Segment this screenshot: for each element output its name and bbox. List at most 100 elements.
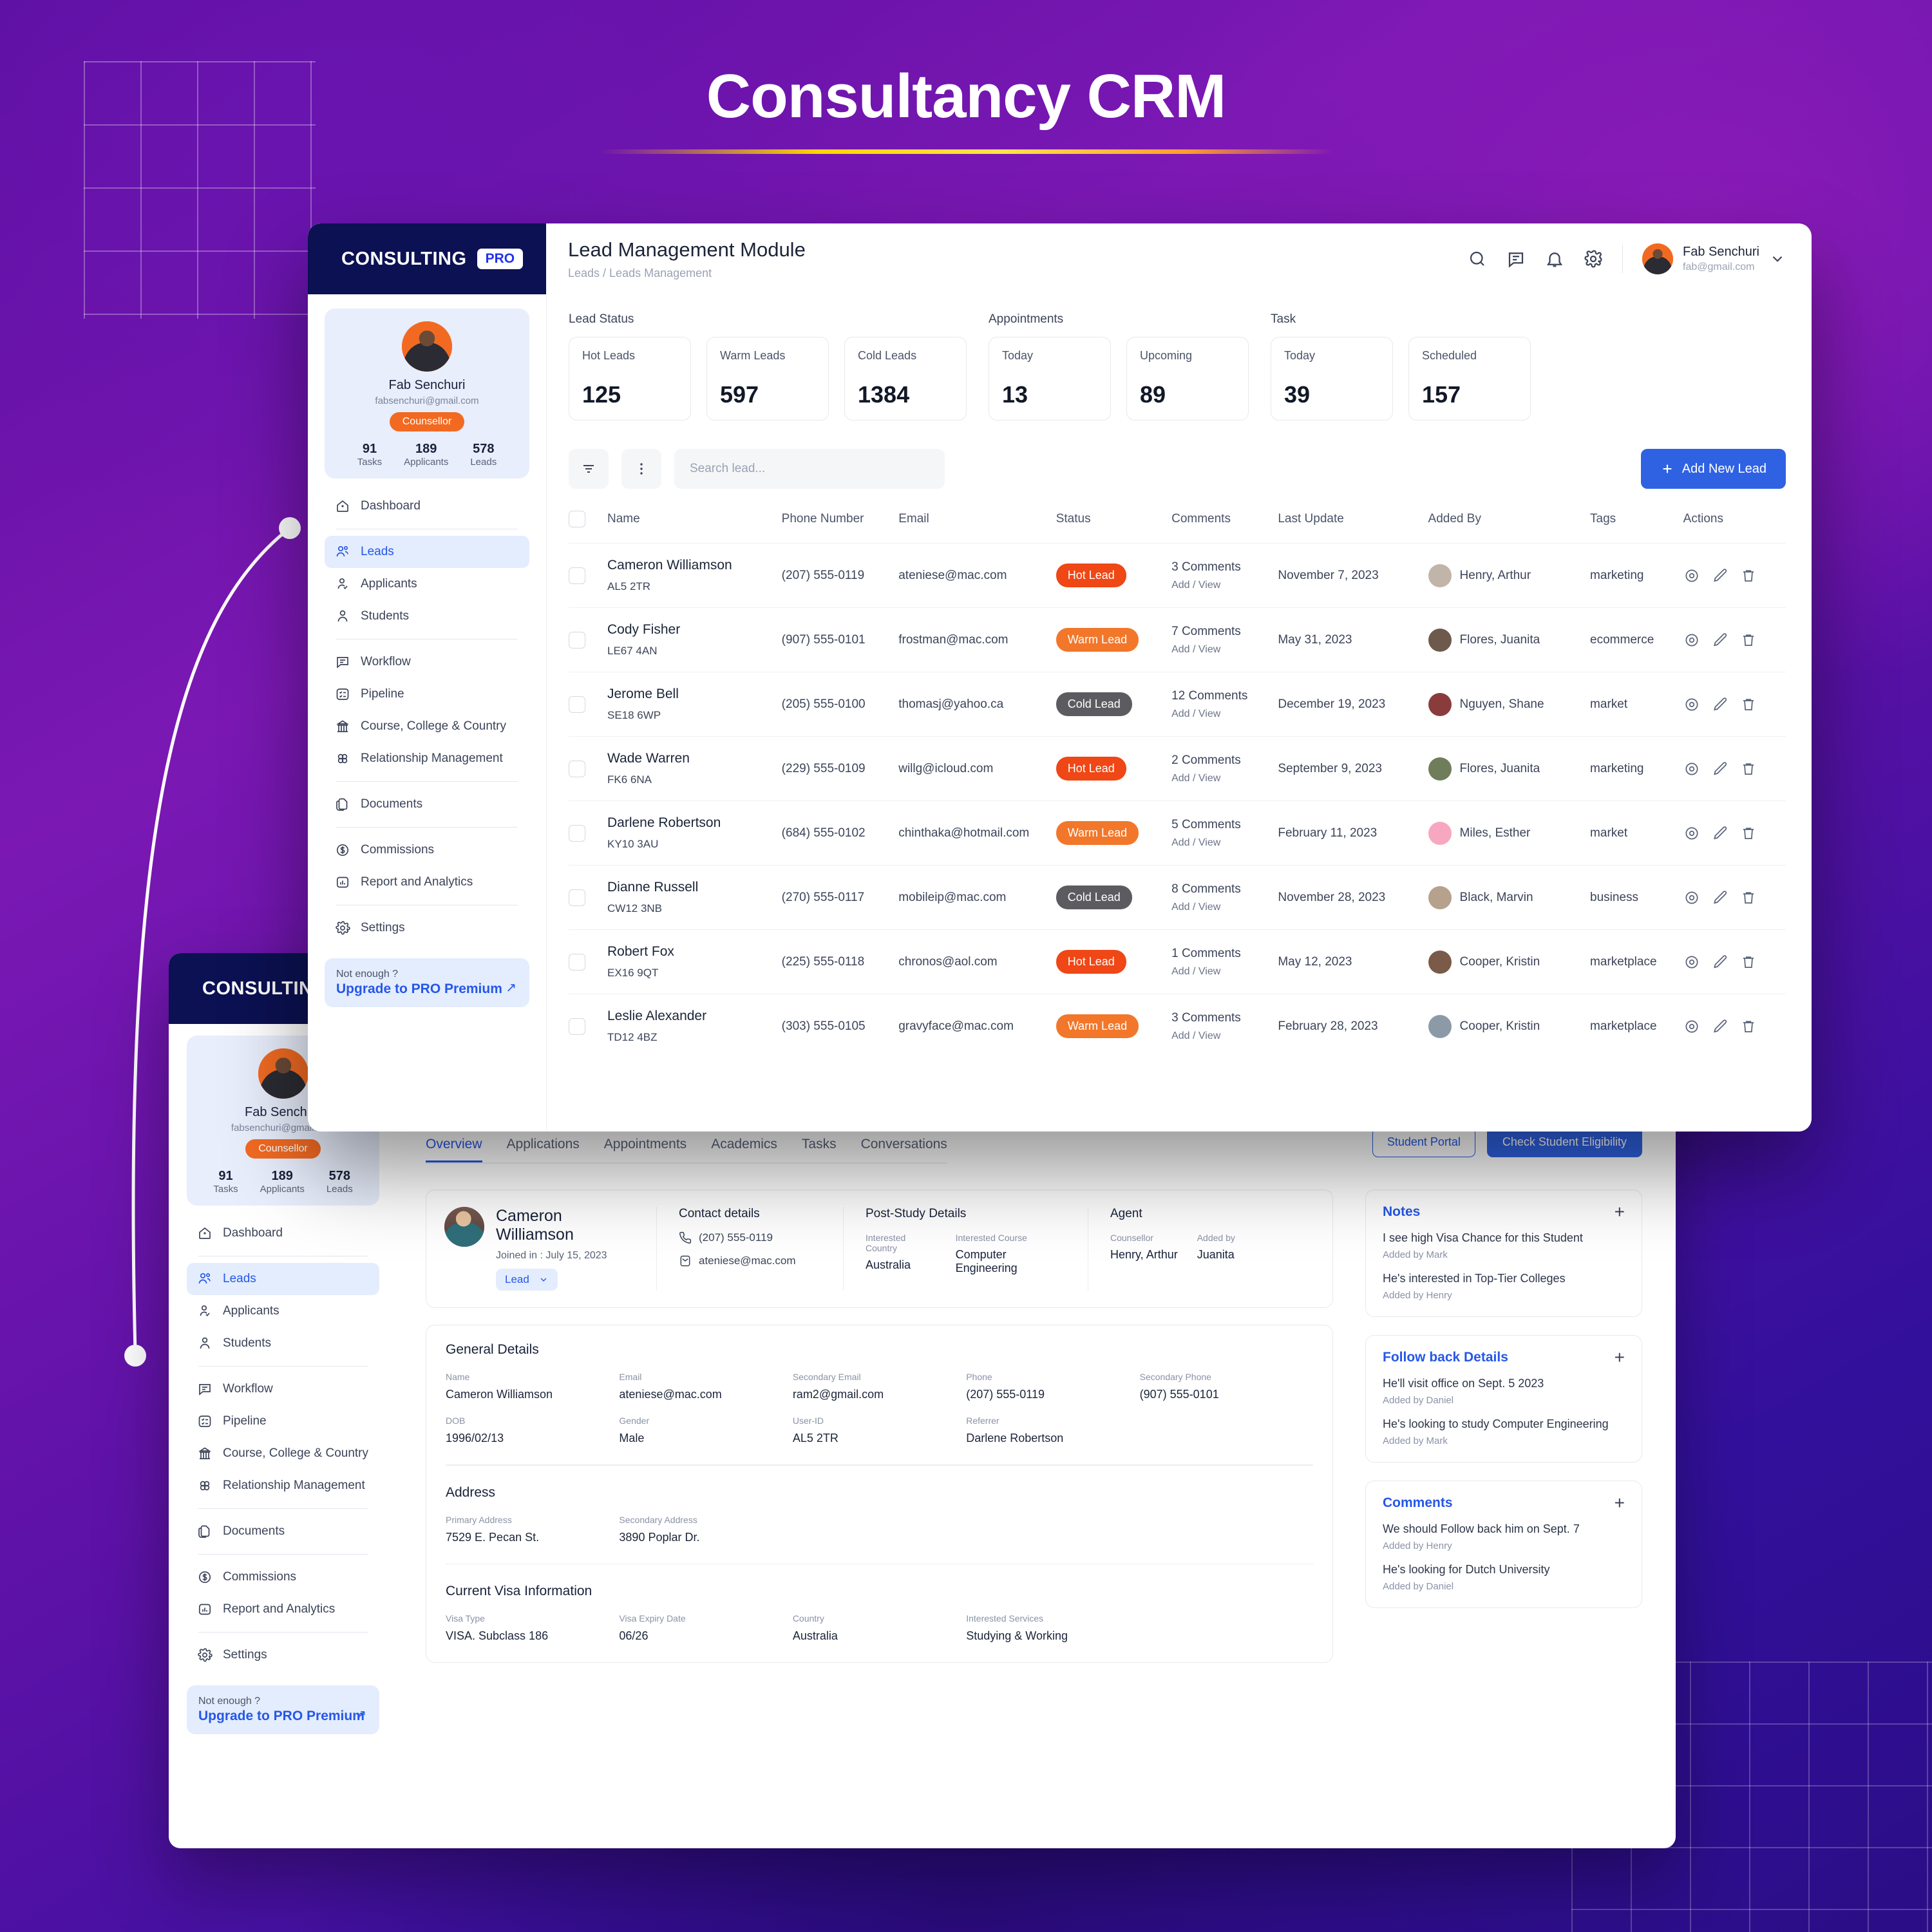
view-icon[interactable] (1683, 632, 1700, 649)
view-icon[interactable] (1683, 954, 1700, 971)
stat-card[interactable]: Hot Leads 125 (569, 337, 691, 421)
add-icon[interactable]: + (1615, 1349, 1625, 1367)
lead-status-dropdown[interactable]: Lead (496, 1269, 558, 1291)
sidebar-item-pipeline[interactable]: Pipeline (325, 678, 529, 710)
table-row[interactable]: Jerome Bell SE18 6WP (205) 555-0100 thoma… (569, 672, 1786, 737)
delete-icon[interactable] (1740, 632, 1757, 649)
stat-card[interactable]: Scheduled 157 (1408, 337, 1531, 421)
sidebar-item-report-and-analytics[interactable]: Report and Analytics (325, 866, 529, 898)
search-input[interactable] (674, 449, 945, 489)
view-icon[interactable] (1683, 1018, 1700, 1035)
sidebar-item-relationship-management[interactable]: Relationship Management (187, 1470, 379, 1502)
row-checkbox[interactable] (569, 631, 585, 649)
view-icon[interactable] (1683, 825, 1700, 842)
view-icon[interactable] (1683, 889, 1700, 906)
sidebar-item-commissions[interactable]: Commissions (187, 1561, 379, 1593)
sidebar-item-leads[interactable]: Leads (187, 1263, 379, 1295)
upgrade-banner[interactable]: Not enough ? Upgrade to PRO Premium ↗ (325, 958, 529, 1007)
chevron-down-icon[interactable] (1769, 251, 1786, 267)
comments-action[interactable]: Add / View (1171, 773, 1278, 784)
stat-card[interactable]: Today 39 (1271, 337, 1393, 421)
row-checkbox[interactable] (569, 696, 585, 713)
edit-icon[interactable] (1712, 632, 1728, 649)
comments-action[interactable]: Add / View (1171, 708, 1278, 720)
delete-icon[interactable] (1740, 761, 1757, 777)
tab-appointments[interactable]: Appointments (604, 1137, 687, 1162)
tab-academics[interactable]: Academics (711, 1137, 777, 1162)
edit-icon[interactable] (1712, 567, 1728, 584)
delete-icon[interactable] (1740, 954, 1757, 971)
row-checkbox[interactable] (569, 760, 585, 777)
edit-icon[interactable] (1712, 825, 1728, 842)
select-all-checkbox[interactable] (569, 511, 585, 527)
comments-action[interactable]: Add / View (1171, 837, 1278, 849)
tab-overview[interactable]: Overview (426, 1137, 482, 1162)
sidebar-item-settings[interactable]: Settings (325, 912, 529, 944)
comments-action[interactable]: Add / View (1171, 580, 1278, 591)
comments-action[interactable]: Add / View (1171, 966, 1278, 978)
search-icon[interactable] (1468, 249, 1487, 269)
sidebar-item-students[interactable]: Students (325, 600, 529, 632)
table-row[interactable]: Darlene Robertson KY10 3AU (684) 555-0102… (569, 800, 1786, 866)
sidebar-item-documents[interactable]: Documents (187, 1515, 379, 1548)
sidebar-item-leads[interactable]: Leads (325, 536, 529, 568)
sidebar-item-settings[interactable]: Settings (187, 1639, 379, 1671)
upgrade-banner[interactable]: Not enough ? Upgrade to PRO Premium ↗ (187, 1685, 379, 1734)
table-row[interactable]: Cody Fisher LE67 4AN (907) 555-0101 frost… (569, 607, 1786, 672)
sidebar-item-report-and-analytics[interactable]: Report and Analytics (187, 1593, 379, 1625)
message-icon[interactable] (1506, 249, 1526, 269)
sidebar-item-students[interactable]: Students (187, 1327, 379, 1359)
table-row[interactable]: Robert Fox EX16 9QT (225) 555-0118 chrono… (569, 929, 1786, 994)
edit-icon[interactable] (1712, 1018, 1728, 1035)
stat-card[interactable]: Today 13 (989, 337, 1111, 421)
row-checkbox[interactable] (569, 889, 585, 906)
upgrade-link[interactable]: Upgrade to PRO Premium (336, 981, 518, 997)
table-row[interactable]: Dianne Russell CW12 3NB (270) 555-0117 mo… (569, 865, 1786, 930)
table-row[interactable]: Wade Warren FK6 6NA (229) 555-0109 willg@… (569, 736, 1786, 801)
comments-action[interactable]: Add / View (1171, 1030, 1278, 1042)
edit-icon[interactable] (1712, 696, 1728, 713)
tab-applications[interactable]: Applications (507, 1137, 580, 1162)
user-menu[interactable]: Fab Senchuri fab@gmail.com (1642, 243, 1786, 274)
row-checkbox[interactable] (569, 824, 585, 842)
add-new-lead-button[interactable]: Add New Lead (1640, 449, 1786, 489)
sidebar-item-workflow[interactable]: Workflow (187, 1373, 379, 1405)
table-row[interactable]: Leslie Alexander TD12 4BZ (303) 555-0105 … (569, 994, 1786, 1058)
check-eligibility-button[interactable]: Check Student Eligibility (1486, 1127, 1642, 1157)
edit-icon[interactable] (1712, 954, 1728, 971)
view-icon[interactable] (1683, 567, 1700, 584)
row-checkbox[interactable] (569, 1018, 585, 1035)
sidebar-item-documents[interactable]: Documents (325, 788, 529, 820)
gear-icon[interactable] (1584, 249, 1603, 269)
bell-icon[interactable] (1545, 249, 1564, 269)
comments-action[interactable]: Add / View (1171, 902, 1278, 913)
filter-button[interactable] (569, 449, 609, 489)
sidebar-item-applicants[interactable]: Applicants (325, 568, 529, 600)
sidebar-item-dashboard[interactable]: Dashboard (325, 490, 529, 522)
delete-icon[interactable] (1740, 889, 1757, 906)
sidebar-item-course-college-country[interactable]: Course, College & Country (325, 710, 529, 743)
sidebar-item-pipeline[interactable]: Pipeline (187, 1405, 379, 1437)
student-portal-button[interactable]: Student Portal (1372, 1127, 1475, 1157)
row-checkbox[interactable] (569, 953, 585, 971)
sidebar-item-commissions[interactable]: Commissions (325, 834, 529, 866)
table-row[interactable]: Cameron Williamson AL5 2TR (207) 555-0119… (569, 543, 1786, 608)
upgrade-link[interactable]: Upgrade to PRO Premium (198, 1709, 368, 1724)
tab-conversations[interactable]: Conversations (861, 1137, 947, 1162)
add-icon[interactable]: + (1615, 1494, 1625, 1512)
tab-tasks[interactable]: Tasks (802, 1137, 837, 1162)
delete-icon[interactable] (1740, 825, 1757, 842)
stat-card[interactable]: Cold Leads 1384 (844, 337, 967, 421)
sidebar-item-relationship-management[interactable]: Relationship Management (325, 743, 529, 775)
edit-icon[interactable] (1712, 761, 1728, 777)
more-options-button[interactable] (621, 449, 661, 489)
stat-card[interactable]: Upcoming 89 (1126, 337, 1249, 421)
edit-icon[interactable] (1712, 889, 1728, 906)
stat-card[interactable]: Warm Leads 597 (706, 337, 829, 421)
sidebar-item-applicants[interactable]: Applicants (187, 1295, 379, 1327)
delete-icon[interactable] (1740, 696, 1757, 713)
sidebar-item-course-college-country[interactable]: Course, College & Country (187, 1437, 379, 1470)
comments-action[interactable]: Add / View (1171, 644, 1278, 656)
add-icon[interactable]: + (1615, 1203, 1625, 1221)
row-checkbox[interactable] (569, 567, 585, 584)
